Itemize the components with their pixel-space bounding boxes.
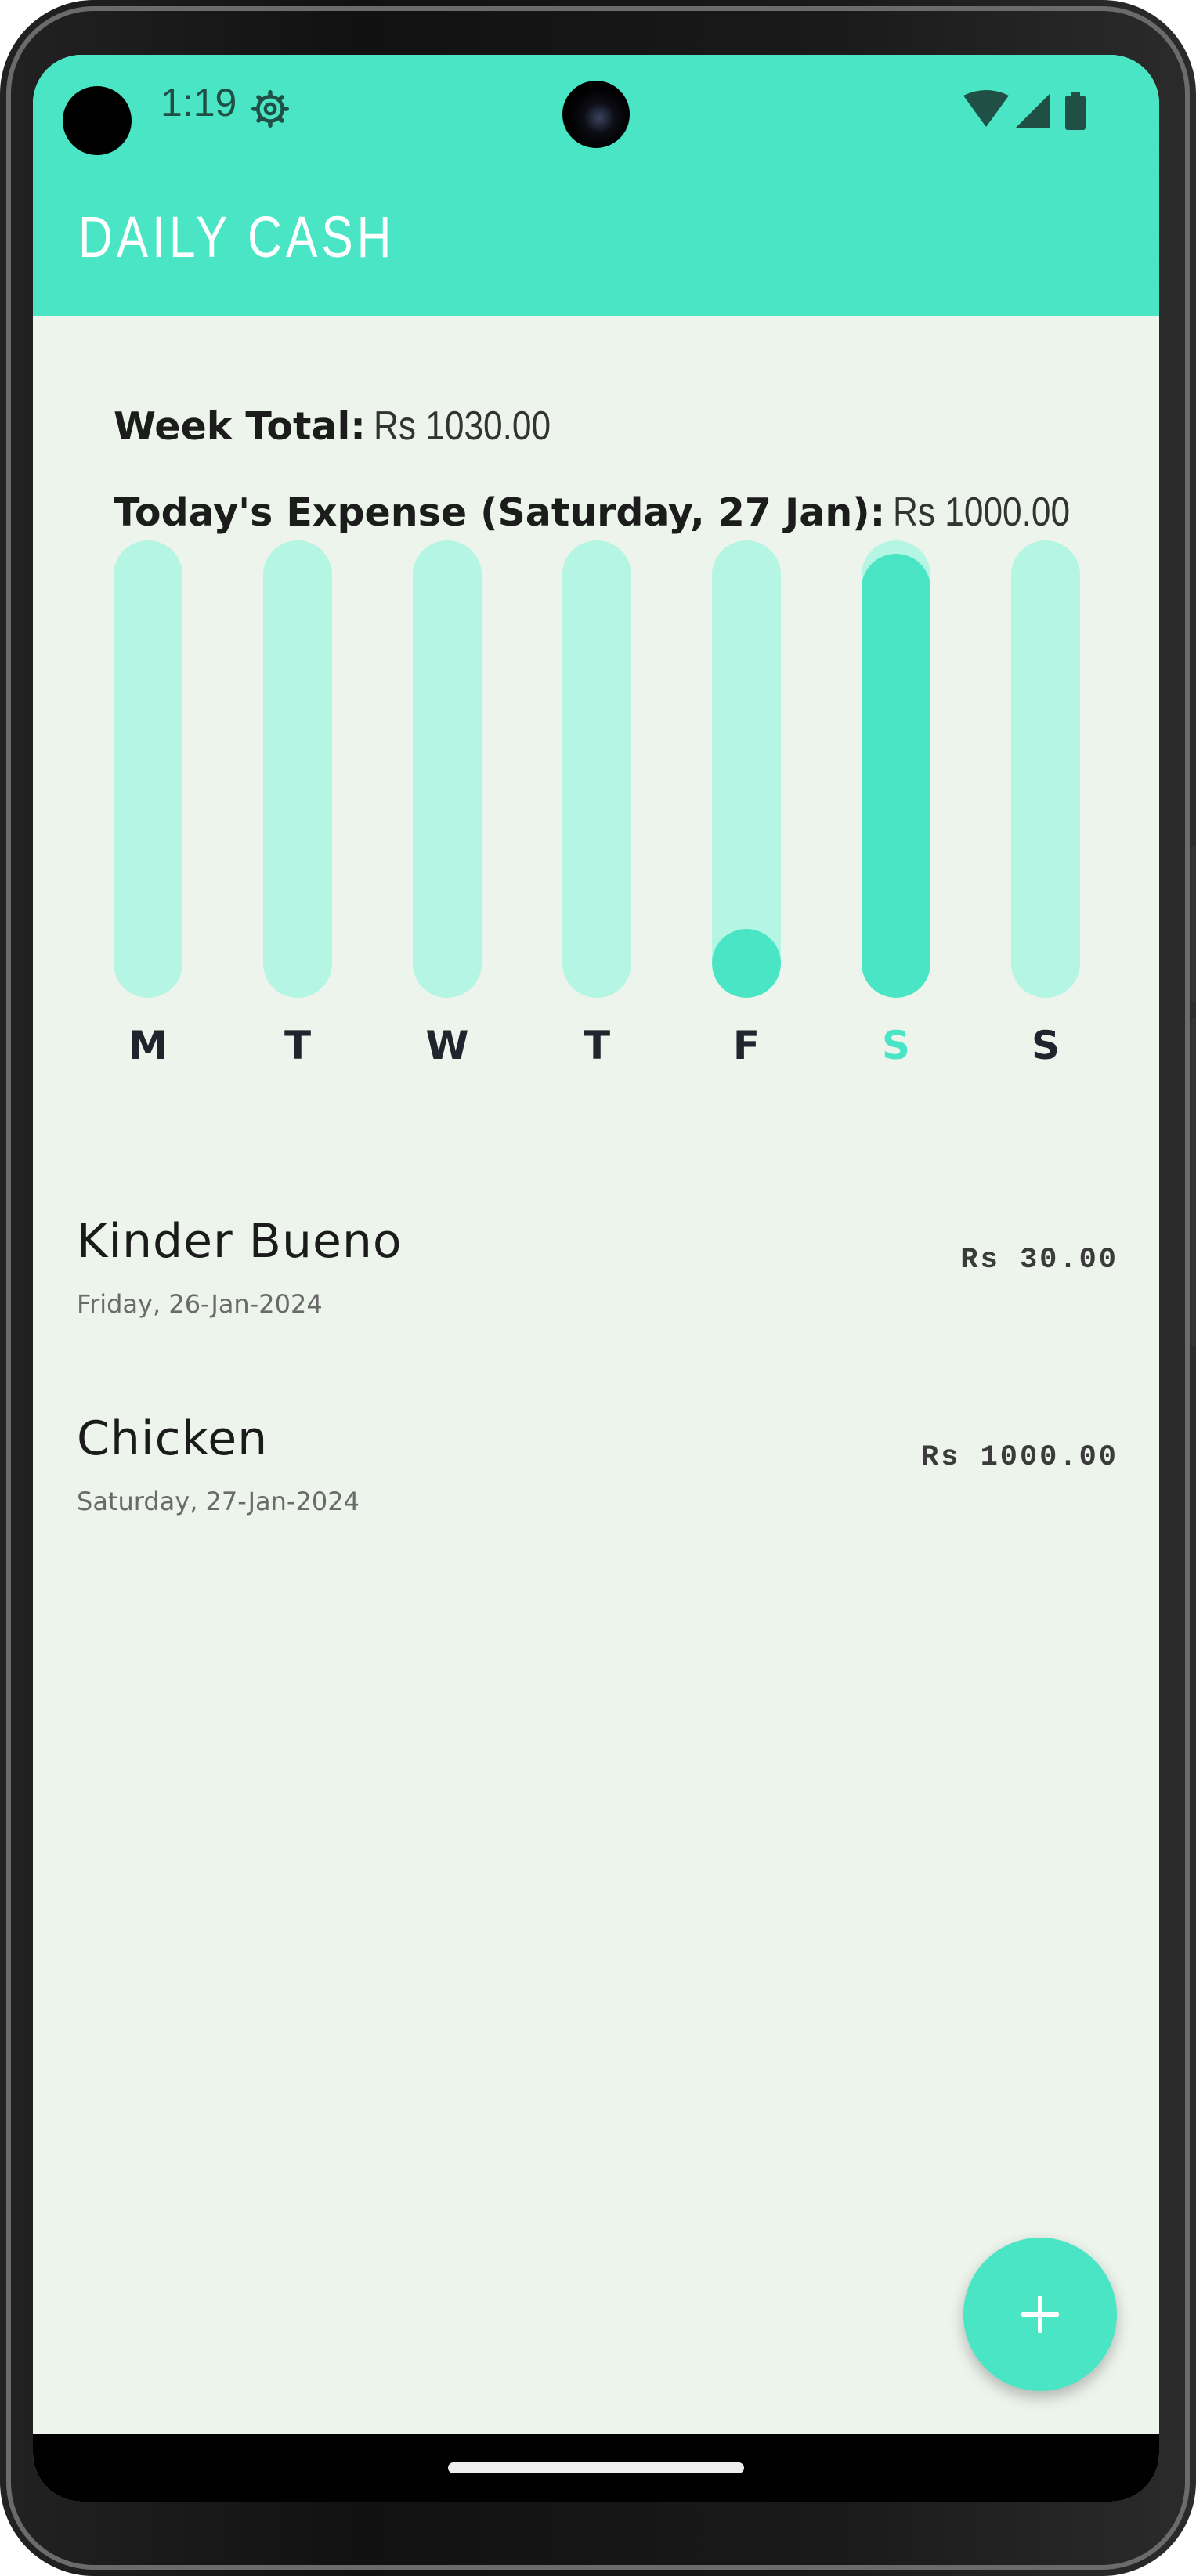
chart-day-label: S xyxy=(881,1023,910,1068)
home-gesture-handle[interactable] xyxy=(448,2462,744,2473)
today-expense-label: Today's Expense (Saturday, 27 Jan): xyxy=(114,490,886,535)
add-expense-button[interactable] xyxy=(963,2238,1117,2391)
today-expense-value: Rs 1000.00 xyxy=(893,490,1071,535)
chart-day-label: W xyxy=(425,1023,469,1068)
week-total-label: Week Total: xyxy=(114,404,366,449)
chart-day-label: F xyxy=(732,1023,761,1068)
chart-day-label: M xyxy=(128,1023,168,1068)
expense-date: Friday, 26-Jan-2024 xyxy=(77,1289,323,1319)
chart-bar-s-6 xyxy=(1011,540,1080,998)
status-icons xyxy=(963,90,1086,130)
chart-bar-w-2 xyxy=(413,540,482,998)
camera-cutout xyxy=(63,86,132,155)
app-title: DAILY CASH xyxy=(78,204,396,269)
battery-icon xyxy=(1065,96,1086,130)
week-total: Week Total: Rs 1030.00 xyxy=(114,403,582,450)
week-total-value: Rs 1030.00 xyxy=(373,403,551,449)
cellular-icon xyxy=(1015,94,1050,128)
chart-bar-fill xyxy=(862,554,930,998)
chart-day-label: T xyxy=(583,1023,611,1068)
chart-bar-t-1 xyxy=(263,540,332,998)
power-button xyxy=(1191,1018,1196,1347)
expense-amount: Rs 1000.00 xyxy=(920,1441,1118,1474)
app-bar: 1:19 DAILY CASH xyxy=(33,55,1159,316)
status-time: 1:19 xyxy=(161,81,237,125)
expense-item[interactable]: Kinder Bueno Friday, 26-Jan-2024 Rs 30.0… xyxy=(77,1214,1118,1331)
expense-amount: Rs 30.00 xyxy=(960,1244,1118,1277)
app-screen: 1:19 DAILY CASH Week Total: Rs 1030.00 T… xyxy=(33,55,1159,2502)
expense-date: Saturday, 27-Jan-2024 xyxy=(77,1487,360,1516)
navigation-bar xyxy=(33,2434,1159,2502)
expense-title: Chicken xyxy=(77,1411,269,1466)
chart-bar-t-3 xyxy=(562,540,631,998)
expense-item[interactable]: Chicken Saturday, 27-Jan-2024 Rs 1000.00 xyxy=(77,1411,1118,1529)
chart-bar-m-0 xyxy=(114,540,182,998)
gear-icon xyxy=(251,90,289,128)
plus-icon xyxy=(1021,2296,1059,2333)
chart-bar-f-4 xyxy=(712,540,781,998)
chart-bar-s-5 xyxy=(862,540,930,998)
today-expense: Today's Expense (Saturday, 27 Jan): Rs 10… xyxy=(114,489,1101,536)
chart-bar-fill xyxy=(712,929,781,998)
front-camera xyxy=(562,81,630,148)
chart-day-label: T xyxy=(284,1023,312,1068)
expense-title: Kinder Bueno xyxy=(77,1214,403,1269)
phone-frame: 1:19 DAILY CASH Week Total: Rs 1030.00 T… xyxy=(0,0,1196,2576)
volume-button xyxy=(1191,846,1196,1003)
chart-day-label: S xyxy=(1031,1023,1060,1068)
wifi-icon xyxy=(963,90,1009,127)
